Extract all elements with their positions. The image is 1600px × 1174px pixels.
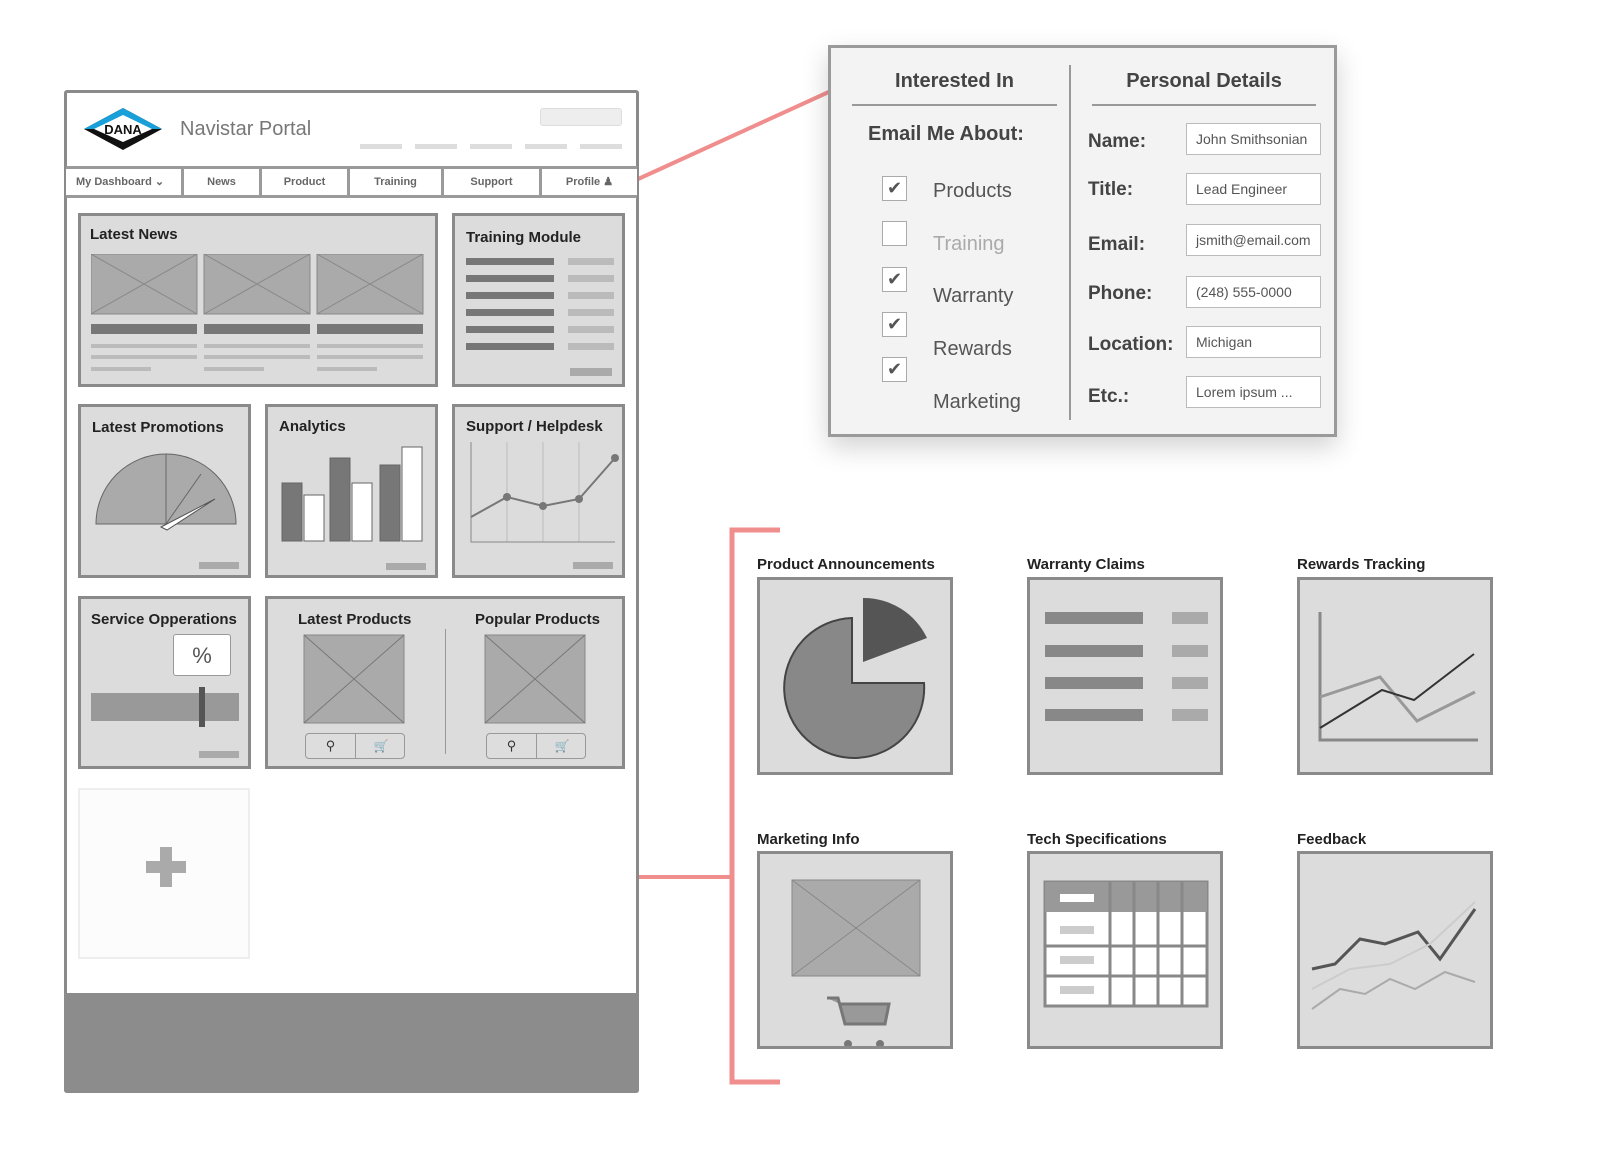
feedback-chart-icon (1311, 901, 1477, 1010)
cart-icon[interactable]: 🛒 (537, 734, 587, 758)
training-list (466, 258, 614, 376)
email-label: Email: (1088, 234, 1146, 255)
personal-details-heading: Personal Details (1126, 70, 1282, 92)
nav-news[interactable]: News (184, 169, 262, 195)
gauge-chart (95, 453, 239, 569)
name-field[interactable]: John Smithsonian (1186, 123, 1321, 155)
checkbox-warranty[interactable]: ✔ (882, 267, 907, 292)
nav-support[interactable]: Support (444, 169, 542, 195)
image-cart-icon (791, 879, 921, 1048)
chevron-down-icon: ⌄ (154, 176, 165, 188)
add-widget-card[interactable] (78, 788, 250, 959)
widget-rewards-tracking[interactable] (1297, 577, 1493, 775)
service-operations-card[interactable]: Service Opperations % (78, 596, 251, 769)
checkbox-rewards[interactable]: ✔ (882, 312, 907, 337)
bar-chart-icon (281, 446, 426, 570)
card-title: Training Module (466, 229, 581, 246)
location-field[interactable]: Michigan (1186, 326, 1321, 358)
svg-text:DANA: DANA (104, 122, 142, 137)
list-icon (1045, 612, 1208, 721)
card-title: Latest Promotions (92, 419, 224, 436)
dana-logo: DANA (84, 108, 162, 150)
portal-title: Navistar Portal (180, 118, 312, 140)
slider-handle[interactable] (199, 687, 205, 727)
analytics-card[interactable]: Analytics (265, 404, 438, 578)
percent-tooltip: % (173, 634, 231, 676)
training-module-card[interactable]: Training Module (452, 213, 625, 387)
widget-title: Feedback (1297, 831, 1367, 848)
progress-track (91, 693, 239, 721)
main-nav: My Dashboard ⌄ News Product Training Sup… (66, 166, 637, 198)
utility-link[interactable] (470, 144, 512, 149)
nav-profile[interactable]: Profile ♟ (542, 169, 637, 195)
divider (1092, 104, 1316, 106)
utility-link[interactable] (580, 144, 622, 149)
card-title: Popular Products (475, 611, 601, 628)
divider (1069, 65, 1071, 420)
interested-in-heading: Interested In (895, 70, 1014, 92)
cart-icon[interactable]: 🛒 (356, 734, 406, 758)
table-icon (1043, 880, 1209, 1008)
nav-training[interactable]: Training (350, 169, 444, 195)
nav-product[interactable]: Product (262, 169, 350, 195)
line-chart-icon (1318, 612, 1478, 742)
widget-title: Warranty Claims (1027, 556, 1145, 573)
latest-promotions-card[interactable]: Latest Promotions (78, 404, 251, 578)
checkbox-products[interactable]: ✔ (882, 176, 907, 201)
view-more-bar[interactable] (199, 751, 239, 758)
checkbox-training[interactable] (882, 221, 907, 246)
line-chart-icon (470, 442, 619, 569)
widget-tech-specifications[interactable] (1027, 851, 1223, 1049)
divider (852, 104, 1057, 106)
widget-warranty-claims[interactable] (1027, 577, 1223, 775)
search-box-placeholder[interactable] (540, 108, 622, 126)
title-label: Title: (1088, 179, 1134, 200)
widget-product-announcements[interactable] (757, 577, 953, 775)
support-helpdesk-card[interactable]: Support / Helpdesk (452, 404, 625, 578)
user-icon: ♟ (603, 176, 614, 188)
plus-icon (146, 847, 186, 887)
news-thumbnails (91, 254, 424, 371)
widget-feedback[interactable] (1297, 851, 1493, 1049)
portal-footer (64, 993, 639, 1093)
widget-title: Tech Specifications (1027, 831, 1167, 848)
latest-news-card[interactable]: Latest News (78, 213, 438, 387)
product-actions: ⚲ 🛒 (486, 733, 586, 759)
card-title: Service Opperations (91, 611, 237, 628)
products-card[interactable]: Latest Products Popular Products ⚲ 🛒 ⚲ 🛒 (265, 596, 625, 769)
option-label: Training (933, 233, 1005, 255)
card-title: Latest News (90, 226, 178, 243)
profile-connector (635, 78, 856, 182)
product-actions: ⚲ 🛒 (305, 733, 405, 759)
etc-field[interactable]: Lorem ipsum ... (1186, 376, 1321, 408)
checkbox-marketing[interactable]: ✔ (882, 357, 907, 382)
widget-title: Product Announcements (757, 556, 935, 573)
option-label: Rewards (933, 338, 1012, 360)
utility-link[interactable] (415, 144, 457, 149)
name-label: Name: (1088, 131, 1147, 152)
option-label: Warranty (933, 285, 1014, 307)
widget-marketing-info[interactable] (757, 851, 953, 1049)
card-title: Analytics (279, 418, 346, 435)
nav-my-dashboard[interactable]: My Dashboard ⌄ (66, 169, 184, 195)
zoom-icon[interactable]: ⚲ (487, 734, 537, 758)
widget-title: Marketing Info (757, 831, 860, 848)
zoom-icon[interactable]: ⚲ (306, 734, 356, 758)
email-field[interactable]: jsmith@email.com (1186, 224, 1321, 256)
utility-link[interactable] (360, 144, 402, 149)
location-label: Location: (1088, 334, 1174, 355)
option-label: Products (933, 180, 1012, 202)
card-title: Support / Helpdesk (466, 418, 603, 435)
card-title: Latest Products (298, 611, 412, 628)
option-label: Marketing (933, 391, 1021, 413)
phone-field[interactable]: (248) 555-0000 (1186, 276, 1321, 308)
utility-link[interactable] (525, 144, 567, 149)
etc-label: Etc.: (1088, 386, 1130, 407)
pie-chart-icon (783, 597, 927, 759)
widget-title: Rewards Tracking (1297, 556, 1426, 573)
email-me-about-label: Email Me About: (868, 123, 1024, 145)
title-field[interactable]: Lead Engineer (1186, 173, 1321, 205)
phone-label: Phone: (1088, 283, 1153, 304)
